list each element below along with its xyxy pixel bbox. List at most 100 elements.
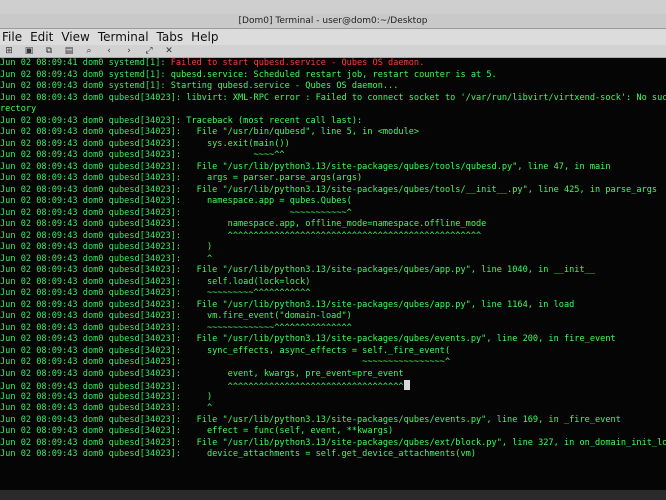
- log-message: qubesd.service: Scheduled restart job, r…: [170, 69, 497, 80]
- log-prefix: Jun 02 08:09:43 dom0 qubesd[34023]:: [0, 253, 187, 264]
- terminal-line: Jun 02 08:09:43 dom0 qubesd[34023]: File…: [0, 162, 666, 174]
- window-titlebar-area: [0, 0, 666, 14]
- log-message: File "/usr/lib/python3.13/site-packages/…: [186, 184, 658, 195]
- log-prefix: Jun 02 08:09:43 dom0 qubesd[34023]:: [0, 276, 187, 287]
- terminal-line: Jun 02 08:09:43 dom0 qubesd[34023]: ^^^^…: [0, 231, 666, 243]
- log-prefix: Jun 02 08:09:41 dom0 systemd[1]:: [0, 58, 171, 68]
- log-prefix: Jun 02 08:09:43 dom0 qubesd[34023]:: [0, 184, 187, 195]
- menu-edit[interactable]: Edit: [30, 30, 53, 44]
- mouse-cursor-icon: [403, 380, 410, 390]
- terminal-line: Jun 02 08:09:43 dom0 qubesd[34023]: name…: [0, 219, 666, 231]
- log-prefix: Jun 02 08:09:43 dom0 qubesd[34023]:: [0, 391, 187, 402]
- terminal-line: Jun 02 08:09:43 dom0 qubesd[34023]: File…: [0, 185, 666, 197]
- log-prefix: Jun 02 08:09:43 dom0 qubesd[34023]:: [0, 414, 187, 425]
- log-message: vm.fire_event("domain-load"): [186, 311, 352, 321]
- log-message: namespace.app, offline_mode=namespace.of…: [186, 219, 487, 229]
- monitor-bezel: [0, 490, 666, 500]
- terminal-line: Jun 02 08:09:43 dom0 qubesd[34023]: devi…: [0, 449, 666, 461]
- log-prefix: Jun 02 08:09:43 dom0 qubesd[34023]:: [0, 403, 187, 413]
- log-message: File "/usr/bin/qubesd", line 5, in <modu…: [186, 127, 420, 137]
- menu-file[interactable]: File: [2, 30, 22, 44]
- menu-tabs[interactable]: Tabs: [157, 30, 184, 44]
- menu-bar: File Edit View Terminal Tabs Help: [0, 29, 666, 45]
- terminal-line: Jun 02 08:09:43 dom0 qubesd[34023]: File…: [0, 265, 666, 277]
- previous-icon[interactable]: ‹: [104, 46, 114, 56]
- terminal-line: Jun 02 08:09:43 dom0 qubesd[34023]: File…: [0, 334, 666, 346]
- log-message: ~~~~~~~~~~~^: [186, 207, 352, 218]
- log-prefix: Jun 02 08:09:43 dom0 qubesd[34023]:: [0, 92, 187, 103]
- menu-view[interactable]: View: [61, 30, 89, 44]
- log-prefix: Jun 02 08:09:43 dom0 qubesd[34023]:: [0, 299, 187, 310]
- terminal-line: Jun 02 08:09:43 dom0 qubesd[34023]: name…: [0, 196, 666, 208]
- log-message: libvirt: XML-RPC error : Failed to conne…: [186, 92, 666, 103]
- log-prefix: Jun 02 08:09:43 dom0 systemd[1]:: [0, 69, 171, 80]
- log-prefix: Jun 02 08:09:43 dom0 qubesd[34023]:: [0, 138, 187, 149]
- terminal-line: Jun 02 08:09:43 dom0 qubesd[34023]: ^^^^…: [0, 380, 666, 392]
- log-prefix: Jun 02 08:09:43 dom0 qubesd[34023]:: [0, 357, 187, 367]
- new-window-icon[interactable]: ▣: [24, 46, 34, 56]
- close-icon[interactable]: ✕: [164, 46, 174, 56]
- log-message: ~~~~~~~~~^^^^^^^^^^^: [186, 288, 311, 298]
- log-message: sync_effects, async_effects = self._fire…: [186, 345, 451, 356]
- log-message: namespace.app = qubes.Qubes(: [186, 196, 352, 206]
- log-prefix: Jun 02 08:09:43 dom0 qubesd[34023]:: [0, 127, 187, 137]
- terminal-line: Jun 02 08:09:43 dom0 qubesd[34023]: sys.…: [0, 139, 666, 151]
- monitor-frame: [Dom0] Terminal - user@dom0:~/Desktop Fi…: [0, 0, 666, 500]
- terminal-line: Jun 02 08:09:43 dom0 qubesd[34023]: File…: [0, 127, 666, 139]
- search-icon[interactable]: ⌕: [84, 46, 94, 56]
- log-message: ^: [186, 253, 213, 264]
- terminal-output[interactable]: Jun 02 08:09:41 dom0 systemd[1]: Failed …: [0, 57, 666, 490]
- log-message: File "/usr/lib/python3.13/site-packages/…: [186, 437, 666, 448]
- terminal-line: Jun 02 08:09:43 dom0 qubesd[34023]: ^: [0, 254, 666, 266]
- terminal-line: Jun 02 08:09:43 dom0 qubesd[34023]: ): [0, 392, 666, 404]
- terminal-line: Jun 02 08:09:43 dom0 qubesd[34023]: ~~~~…: [0, 357, 666, 369]
- terminal-line: Jun 02 08:09:43 dom0 qubesd[34023]: ~~~~…: [0, 208, 666, 220]
- terminal-line: Jun 02 08:09:43 dom0 qubesd[34023]: even…: [0, 369, 666, 381]
- terminal-line: Jun 02 08:09:43 dom0 qubesd[34023]: ~~~~…: [0, 150, 666, 162]
- copy-icon[interactable]: ⧉: [44, 46, 54, 56]
- log-message: effect = func(self, event, **kwargs): [186, 426, 394, 436]
- terminal-line: Jun 02 08:09:43 dom0 qubesd[34023]: effe…: [0, 426, 666, 438]
- log-message: args = parser.parse_args(args): [186, 173, 363, 183]
- terminal-line: Jun 02 08:09:43 dom0 systemd[1]: qubesd.…: [0, 70, 666, 82]
- log-message: ^^^^^^^^^^^^^^^^^^^^^^^^^^^^^^^^^^^^^^^^…: [186, 230, 482, 241]
- terminal-line: Jun 02 08:09:43 dom0 qubesd[34023]: File…: [0, 415, 666, 427]
- terminal-line: Jun 02 08:09:43 dom0 qubesd[34023]: ~~~~…: [0, 288, 666, 300]
- log-prefix: Jun 02 08:09:43 dom0 qubesd[34023]:: [0, 196, 187, 206]
- terminal-window: [Dom0] Terminal - user@dom0:~/Desktop Fi…: [0, 14, 666, 490]
- log-message: sys.exit(main()): [186, 138, 290, 149]
- log-message: ): [186, 391, 213, 402]
- log-prefix: Jun 02 08:09:43 dom0 qubesd[34023]:: [0, 288, 187, 298]
- log-message: ^^^^^^^^^^^^^^^^^^^^^^^^^^^^^^^^^^: [186, 382, 404, 392]
- new-tab-icon[interactable]: ⊞: [4, 46, 14, 56]
- menu-terminal[interactable]: Terminal: [98, 30, 149, 44]
- next-icon[interactable]: ›: [124, 46, 134, 56]
- log-prefix: Jun 02 08:09:43 dom0 qubesd[34023]:: [0, 368, 187, 379]
- log-prefix: Jun 02 08:09:43 dom0 qubesd[34023]:: [0, 437, 187, 448]
- menu-help[interactable]: Help: [191, 30, 218, 44]
- log-message: File "/usr/lib/python3.13/site-packages/…: [186, 265, 596, 275]
- terminal-line: Jun 02 08:09:43 dom0 systemd[1]: Startin…: [0, 81, 666, 93]
- log-message: ~~~~^^: [186, 150, 285, 160]
- terminal-line: Jun 02 08:09:43 dom0 qubesd[34023]: ): [0, 242, 666, 254]
- terminal-line: Jun 02 08:09:43 dom0 qubesd[34023]: File…: [0, 300, 666, 312]
- log-prefix: Jun 02 08:09:43 dom0 qubesd[34023]:: [0, 161, 187, 172]
- log-prefix: Jun 02 08:09:43 dom0 qubesd[34023]:: [0, 265, 187, 275]
- paste-icon[interactable]: ▤: [64, 46, 74, 56]
- log-prefix: Jun 02 08:09:43 dom0 qubesd[34023]:: [0, 322, 187, 333]
- window-title: [Dom0] Terminal - user@dom0:~/Desktop: [0, 14, 666, 29]
- terminal-line: Jun 02 08:09:43 dom0 qubesd[34023]: File…: [0, 438, 666, 450]
- log-prefix: Jun 02 08:09:43 dom0 qubesd[34023]:: [0, 207, 187, 218]
- fullscreen-icon[interactable]: ⤢: [144, 46, 154, 56]
- terminal-line: Jun 02 08:09:43 dom0 qubesd[34023]: Trac…: [0, 116, 666, 128]
- terminal-line: Jun 02 08:09:43 dom0 qubesd[34023]: vm.f…: [0, 311, 666, 323]
- log-message: Starting qubesd.service - Qubes OS daemo…: [170, 81, 399, 91]
- log-prefix: Jun 02 08:09:43 dom0 qubesd[34023]:: [0, 115, 187, 126]
- log-message: File "/usr/lib/python3.13/site-packages/…: [186, 334, 616, 344]
- log-message: File "/usr/lib/python3.13/site-packages/…: [186, 161, 611, 172]
- log-message: Traceback (most recent call last):: [186, 115, 363, 126]
- log-prefix: Jun 02 08:09:43 dom0 qubesd[34023]:: [0, 449, 187, 459]
- log-prefix: Jun 02 08:09:43 dom0 qubesd[34023]:: [0, 230, 187, 241]
- terminal-line: Jun 02 08:09:43 dom0 qubesd[34023]: ~~~~…: [0, 323, 666, 335]
- terminal-line: Jun 02 08:09:43 dom0 qubesd[34023]: ^: [0, 403, 666, 415]
